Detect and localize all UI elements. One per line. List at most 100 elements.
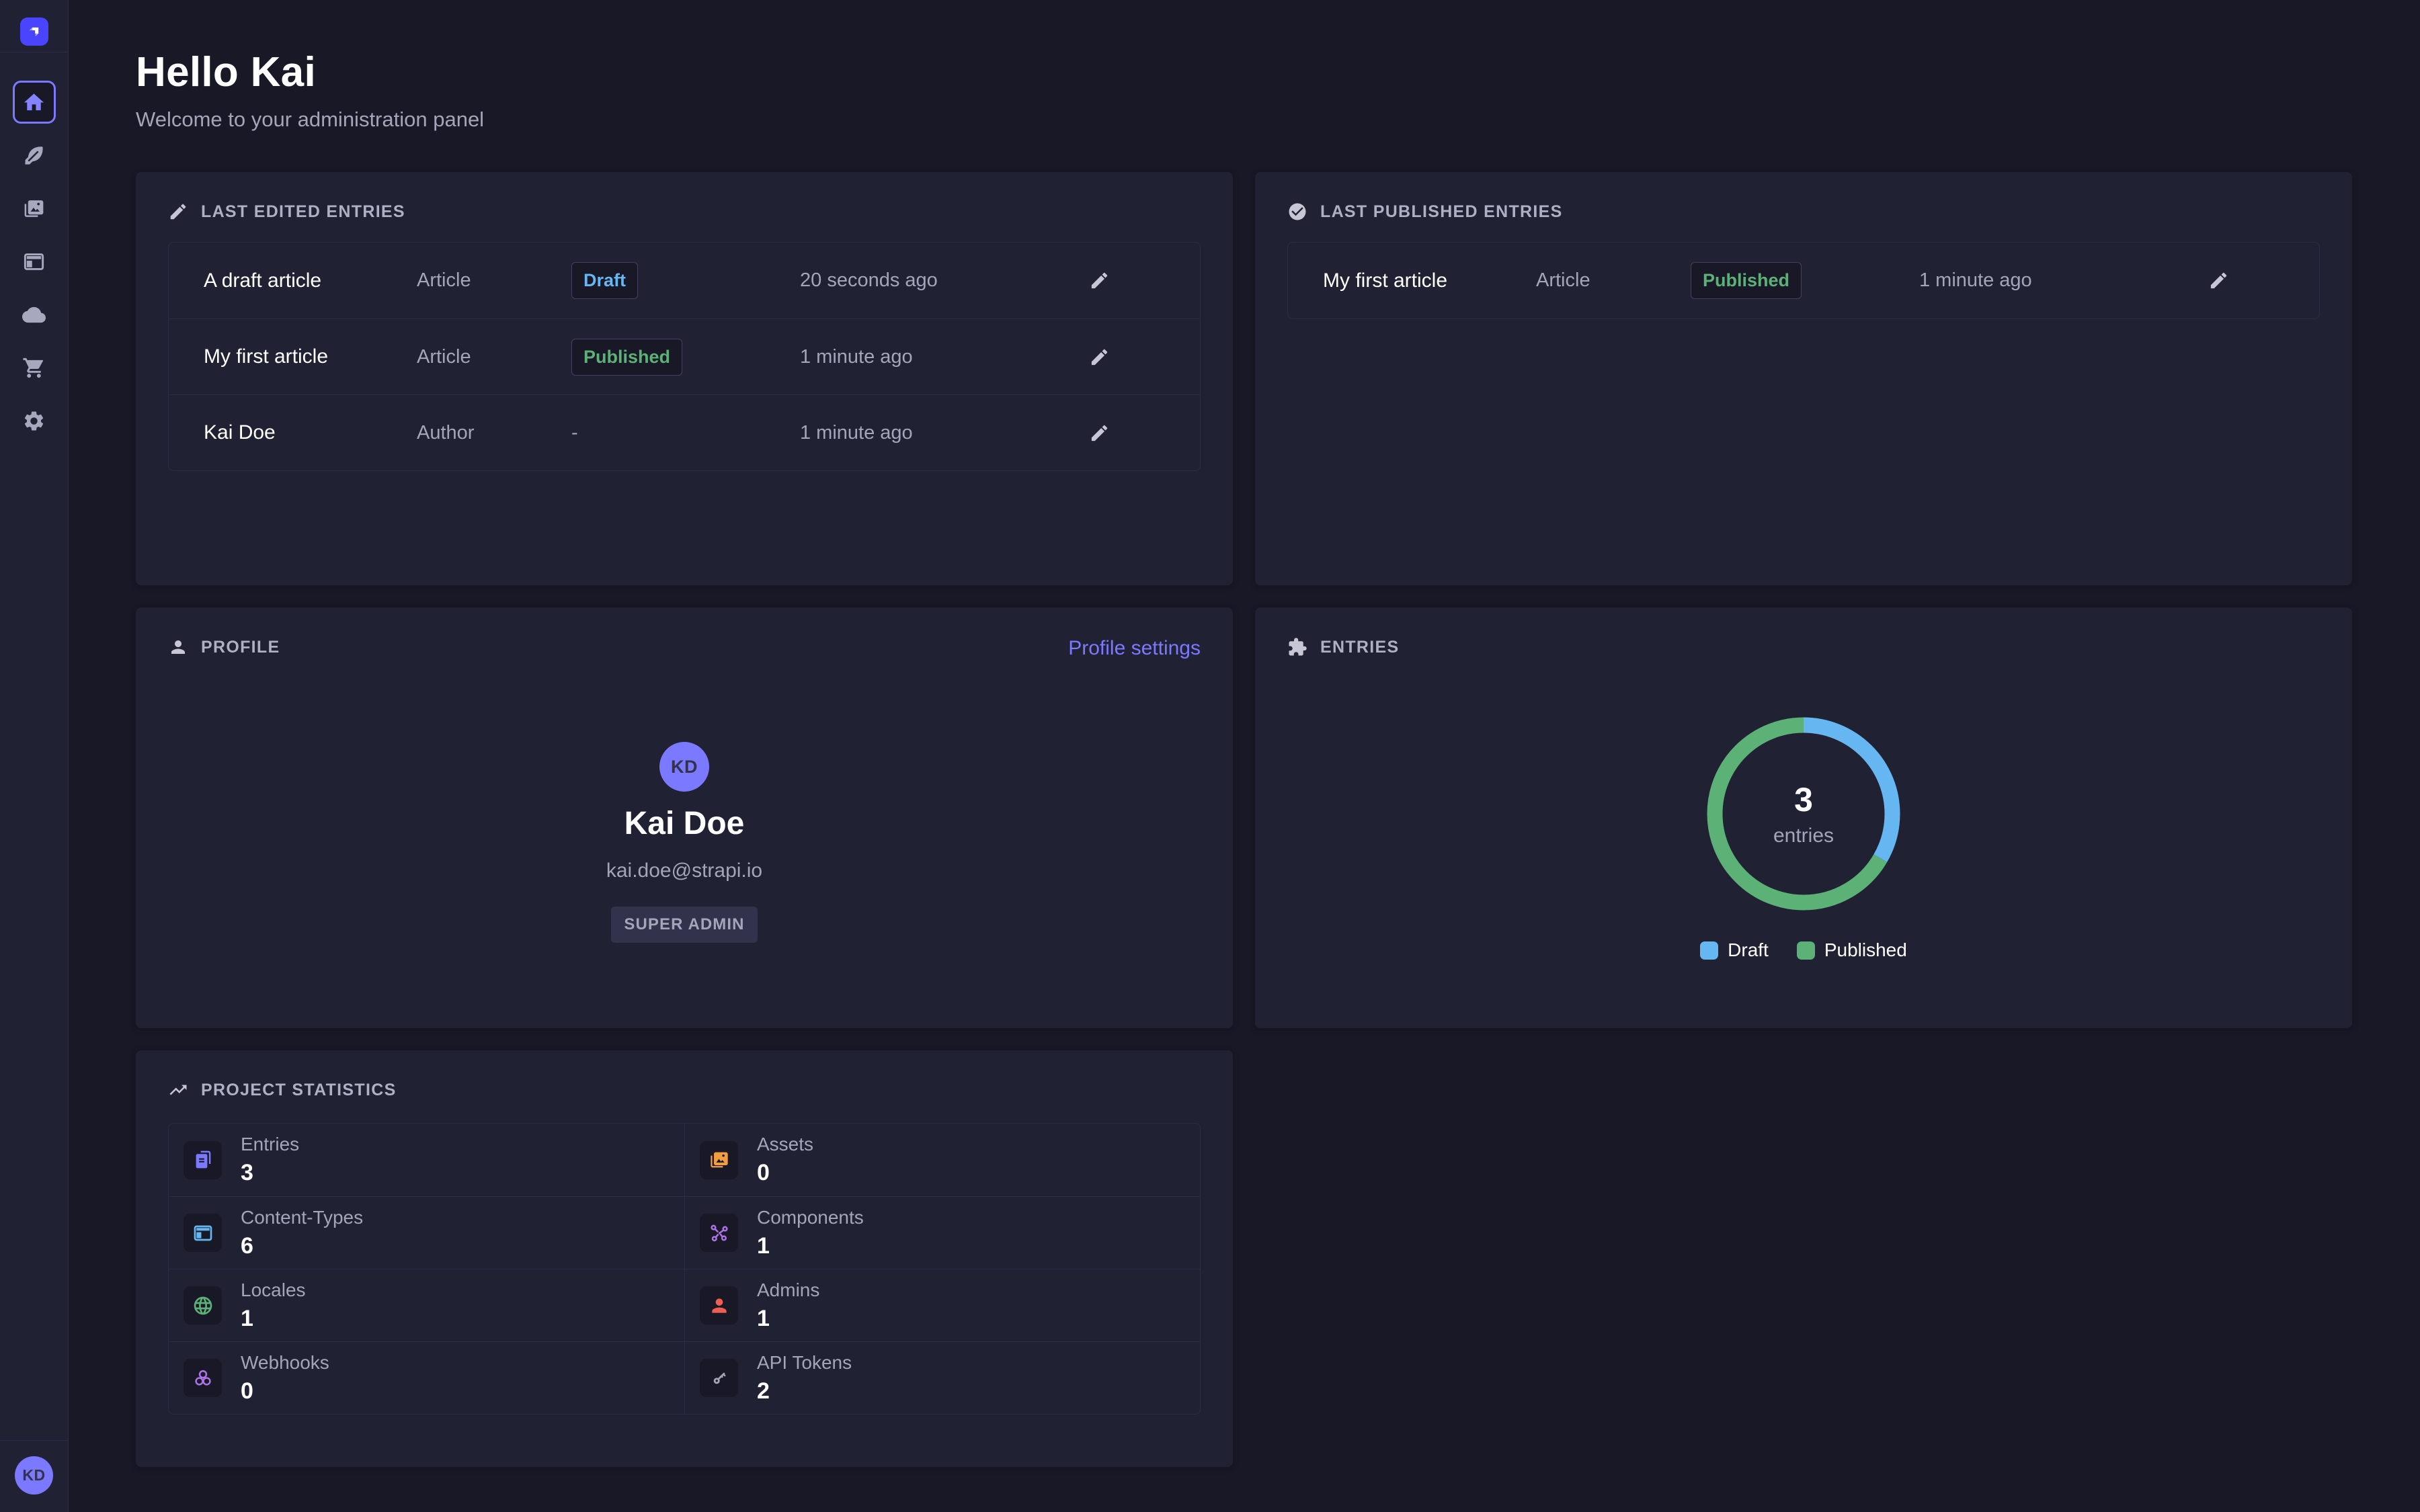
sidebar-item-deploy[interactable] <box>13 293 56 336</box>
sidebar-item-media-library[interactable] <box>13 187 56 230</box>
admins-icon <box>700 1286 738 1325</box>
card-title: PROFILE <box>201 638 280 657</box>
table-row: A draft article Article Draft 20 seconds… <box>169 243 1200 319</box>
legend-item-draft: Draft <box>1700 939 1769 961</box>
webhooks-icon <box>184 1359 222 1397</box>
stat-value: 1 <box>241 1306 306 1332</box>
edit-entry-button[interactable] <box>1089 347 1110 368</box>
stat-label: Locales <box>241 1279 306 1301</box>
stat-label: Entries <box>241 1134 299 1155</box>
stat-value: 3 <box>241 1160 299 1186</box>
stat-label: Content-Types <box>241 1207 363 1228</box>
status-badge: Published <box>1691 262 1802 299</box>
entries-total-label: entries <box>1773 825 1834 847</box>
stat-label: Admins <box>757 1279 819 1301</box>
chart-legend: Draft Published <box>1700 939 1907 961</box>
pencil-icon <box>168 202 188 222</box>
legend-swatch-draft <box>1700 941 1718 960</box>
pencil-icon <box>1089 423 1110 444</box>
legend-swatch-published <box>1797 941 1815 960</box>
stats-table: Entries3 Assets0 Content-Types6 Componen… <box>168 1123 1201 1415</box>
entry-time: 1 minute ago <box>800 422 1089 444</box>
dashboard-grid: LAST EDITED ENTRIES A draft article Arti… <box>136 172 2352 1467</box>
stat-value: 1 <box>757 1233 864 1259</box>
donut-center: 3 entries <box>1706 716 1901 911</box>
locales-icon <box>184 1286 222 1325</box>
avatar: KD <box>659 742 709 792</box>
stat-api-tokens: API Tokens2 <box>684 1341 1200 1414</box>
media-library-icon <box>22 197 46 220</box>
card-header: LAST EDITED ENTRIES <box>168 202 1201 222</box>
stat-content-types: Content-Types 6 <box>169 1196 684 1269</box>
person-icon <box>168 637 188 657</box>
stat-locales: Locales 1 <box>169 1269 684 1341</box>
status-badge: Draft <box>571 262 638 299</box>
trending-up-icon <box>168 1080 188 1100</box>
stat-label: Webhooks <box>241 1352 329 1374</box>
entry-kind: Article <box>417 269 571 292</box>
sidebar-divider <box>0 1440 68 1441</box>
table-row: Kai Doe Author - 1 minute ago <box>169 394 1200 470</box>
entry-status: - <box>571 422 800 444</box>
table-row: My first article Article Published 1 min… <box>1288 243 2319 319</box>
puzzle-icon <box>1287 637 1307 657</box>
stat-value: 1 <box>757 1306 819 1332</box>
stat-components: Components 1 <box>684 1196 1200 1269</box>
pencil-icon <box>2208 270 2229 291</box>
entry-kind: Author <box>417 422 571 444</box>
card-header: ENTRIES <box>1287 637 1399 657</box>
stat-value: 6 <box>241 1233 363 1259</box>
entry-kind: Article <box>417 346 571 368</box>
sidebar-item-settings[interactable] <box>13 399 56 442</box>
strapi-logo[interactable] <box>20 17 48 46</box>
sidebar-item-content-type-builder[interactable] <box>13 240 56 283</box>
role-badge: SUPER ADMIN <box>611 907 757 943</box>
stat-webhooks: Webhooks0 <box>169 1341 684 1414</box>
entries-donut-chart: 3 entries <box>1706 716 1901 911</box>
last-edited-table: A draft article Article Draft 20 seconds… <box>168 242 1201 471</box>
content-types-icon <box>184 1214 222 1252</box>
content-manager-feather-icon <box>22 144 46 167</box>
sidebar-item-home[interactable] <box>13 81 56 124</box>
sidebar-bottom: KD <box>0 1440 68 1512</box>
card-header: LAST PUBLISHED ENTRIES <box>1287 202 2320 222</box>
card-title: LAST EDITED ENTRIES <box>201 202 405 222</box>
last-published-table: My first article Article Published 1 min… <box>1287 242 2320 319</box>
strapi-logo-icon <box>26 23 43 40</box>
stat-label: API Tokens <box>757 1352 852 1374</box>
status-badge: Published <box>571 339 682 376</box>
assets-icon <box>700 1141 738 1179</box>
legend-label: Draft <box>1728 939 1769 961</box>
profile-name: Kai Doe <box>624 805 745 842</box>
user-avatar[interactable]: KD <box>15 1456 53 1495</box>
sidebar-item-marketplace[interactable] <box>13 346 56 389</box>
profile-body: KD Kai Doe kai.doe@strapi.io SUPER ADMIN <box>168 657 1201 943</box>
cloud-icon <box>22 303 46 327</box>
entry-status: Published <box>1691 262 1919 299</box>
main-content: Hello Kai Welcome to your administration… <box>69 0 2420 1467</box>
project-statistics-card: PROJECT STATISTICS Entries3 Assets0 Cont… <box>136 1050 1233 1467</box>
sidebar-nav <box>13 81 56 452</box>
entry-name: A draft article <box>204 269 417 292</box>
last-edited-entries-card: LAST EDITED ENTRIES A draft article Arti… <box>136 172 1233 585</box>
entries-chart-card: ENTRIES 3 entries Draft <box>1255 607 2352 1028</box>
edit-entry-button[interactable] <box>1089 270 1110 291</box>
stat-label: Components <box>757 1207 864 1228</box>
legend-label: Published <box>1824 939 1907 961</box>
card-title: PROJECT STATISTICS <box>201 1081 397 1100</box>
edit-entry-button[interactable] <box>2208 270 2229 291</box>
profile-settings-link[interactable]: Profile settings <box>1068 637 1201 660</box>
entries-icon <box>184 1141 222 1179</box>
sidebar-item-content-manager[interactable] <box>13 134 56 177</box>
card-title: ENTRIES <box>1320 638 1399 657</box>
entries-total: 3 <box>1794 780 1813 819</box>
home-icon <box>22 91 46 114</box>
edit-entry-button[interactable] <box>1089 423 1110 444</box>
card-title: LAST PUBLISHED ENTRIES <box>1320 202 1563 222</box>
entry-name: Kai Doe <box>204 421 417 444</box>
api-tokens-icon <box>700 1359 738 1397</box>
page-subtitle: Welcome to your administration panel <box>136 108 2352 132</box>
components-icon <box>700 1214 738 1252</box>
stat-label: Assets <box>757 1134 813 1155</box>
card-header: PROJECT STATISTICS <box>168 1080 1201 1100</box>
